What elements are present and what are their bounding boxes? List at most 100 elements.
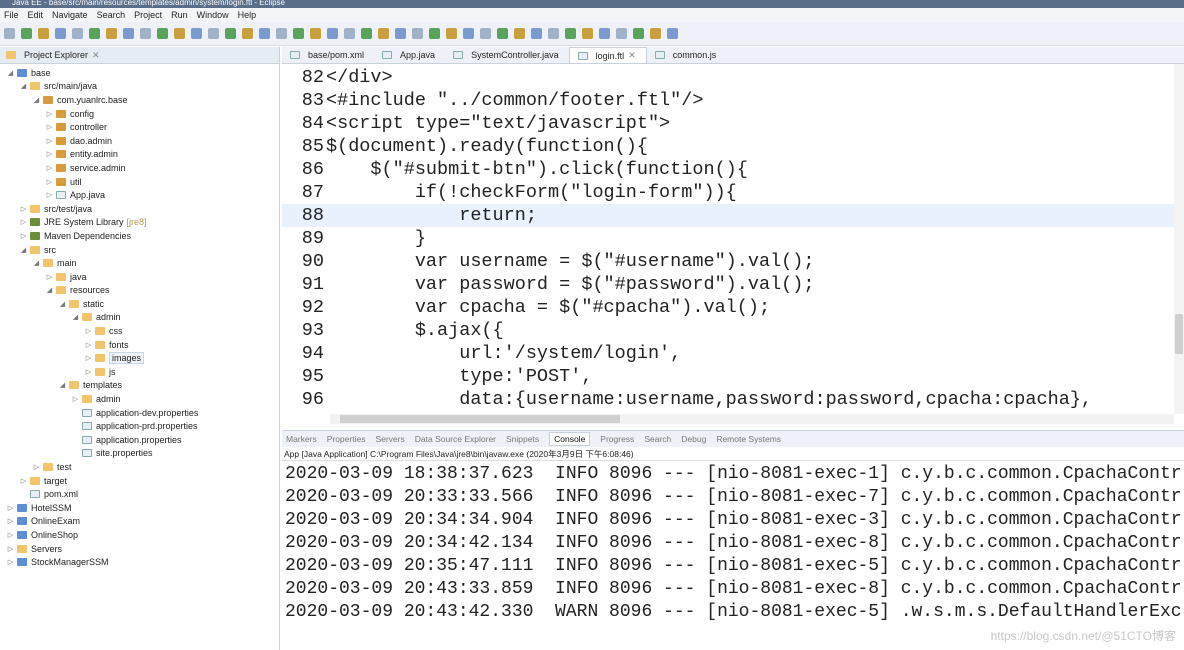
collapsed-icon[interactable]: ▷ [45, 164, 54, 172]
expanded-icon[interactable]: ◢ [19, 246, 28, 254]
toolbar-button[interactable] [157, 28, 168, 39]
collapsed-icon[interactable]: ▷ [6, 504, 15, 512]
toolbar-button[interactable] [259, 28, 270, 39]
tree-item[interactable]: application.properties [0, 433, 279, 447]
menu-file[interactable]: File [4, 10, 19, 20]
collapsed-icon[interactable]: ▷ [19, 218, 28, 226]
toolbar-button[interactable] [123, 28, 134, 39]
tree-item[interactable]: ▷ OnlineExam [0, 515, 279, 529]
tree-item[interactable]: ▷ JRE System Library [jre8] [0, 216, 279, 230]
tree-item[interactable]: ▷ Maven Dependencies [0, 229, 279, 243]
toolbar-button[interactable] [293, 28, 304, 39]
expanded-icon[interactable]: ◢ [32, 96, 41, 104]
editor-tab[interactable]: common.js [647, 47, 727, 63]
menu-run[interactable]: Run [171, 10, 188, 20]
toolbar-button[interactable] [548, 28, 559, 39]
collapsed-icon[interactable]: ▷ [19, 232, 28, 240]
menu-search[interactable]: Search [97, 10, 126, 20]
expanded-icon[interactable]: ◢ [58, 381, 67, 389]
tree-item[interactable]: ◢ static [0, 297, 279, 311]
toolbar-button[interactable] [565, 28, 576, 39]
toolbar-button[interactable] [446, 28, 457, 39]
toolbar-button[interactable] [276, 28, 287, 39]
collapsed-icon[interactable]: ▷ [45, 137, 54, 145]
tree-item[interactable]: ▷ entity.admin [0, 148, 279, 162]
scroll-thumb[interactable] [1175, 314, 1183, 354]
collapsed-icon[interactable]: ▷ [6, 531, 15, 539]
menu-edit[interactable]: Edit [28, 10, 44, 20]
collapsed-icon[interactable]: ▷ [45, 123, 54, 131]
toolbar-button[interactable] [344, 28, 355, 39]
toolbar-button[interactable] [582, 28, 593, 39]
tree-item[interactable]: application-dev.properties [0, 406, 279, 420]
tree-item[interactable]: ▷ service.admin [0, 161, 279, 175]
collapsed-icon[interactable]: ▷ [6, 545, 15, 553]
toolbar-button[interactable] [497, 28, 508, 39]
tree-item[interactable]: ▷ HotelSSM [0, 501, 279, 515]
collapsed-icon[interactable]: ▷ [45, 110, 54, 118]
tab-progress[interactable]: Progress [600, 434, 634, 444]
toolbar-button[interactable] [514, 28, 525, 39]
tab-markers[interactable]: Markers [286, 434, 317, 444]
tree-item[interactable]: ◢ admin [0, 311, 279, 325]
toolbar-button[interactable] [429, 28, 440, 39]
toolbar-button[interactable] [225, 28, 236, 39]
collapsed-icon[interactable]: ▷ [19, 477, 28, 485]
collapsed-icon[interactable]: ▷ [45, 191, 54, 199]
collapsed-icon[interactable]: ▷ [84, 341, 93, 349]
menu-help[interactable]: Help [238, 10, 257, 20]
toolbar-button[interactable] [72, 28, 83, 39]
tree-item[interactable]: ▷ controller [0, 120, 279, 134]
tree-item[interactable]: application-prd.properties [0, 419, 279, 433]
collapsed-icon[interactable]: ▷ [84, 368, 93, 376]
toolbar-button[interactable] [667, 28, 678, 39]
tree-item[interactable]: ▷ OnlineShop [0, 528, 279, 542]
toolbar-button[interactable] [310, 28, 321, 39]
tree-item[interactable]: ◢ com.yuanlrc.base [0, 93, 279, 107]
toolbar-button[interactable] [191, 28, 202, 39]
collapsed-icon[interactable]: ▷ [19, 205, 28, 213]
toolbar-button[interactable] [55, 28, 66, 39]
project-explorer-tab[interactable]: Project Explorer ✕ [0, 47, 279, 64]
collapsed-icon[interactable]: ▷ [6, 558, 15, 566]
editor-tab[interactable]: base/pom.xml [282, 47, 374, 63]
toolbar-button[interactable] [174, 28, 185, 39]
collapsed-icon[interactable]: ▷ [45, 273, 54, 281]
menu-navigate[interactable]: Navigate [52, 10, 88, 20]
expanded-icon[interactable]: ◢ [6, 69, 15, 77]
tree-item[interactable]: ▷ target [0, 474, 279, 488]
tree-item[interactable]: ◢ templates [0, 379, 279, 393]
toolbar-button[interactable] [378, 28, 389, 39]
menu-window[interactable]: Window [197, 10, 229, 20]
toolbar-button[interactable] [531, 28, 542, 39]
toolbar-button[interactable] [480, 28, 491, 39]
collapsed-icon[interactable]: ▷ [6, 517, 15, 525]
editor-horizontal-scrollbar[interactable] [330, 414, 1174, 424]
tree-item[interactable]: ◢ main [0, 256, 279, 270]
tree-item[interactable]: pom.xml [0, 487, 279, 501]
expanded-icon[interactable]: ◢ [32, 259, 41, 267]
code-editor[interactable]: 82 </div> 83 <#include "../common/footer.ft… [282, 64, 1174, 414]
close-icon[interactable]: ✕ [92, 50, 100, 61]
tab-data-source-explorer[interactable]: Data Source Explorer [415, 434, 496, 444]
tree-item[interactable]: ▷ fonts [0, 338, 279, 352]
toolbar-button[interactable] [4, 28, 15, 39]
tree-item[interactable]: ▷ java [0, 270, 279, 284]
scroll-thumb[interactable] [340, 415, 620, 423]
menu-project[interactable]: Project [134, 10, 162, 20]
toolbar-button[interactable] [463, 28, 474, 39]
expanded-icon[interactable]: ◢ [45, 286, 54, 294]
tab-remote-systems[interactable]: Remote Systems [716, 434, 781, 444]
toolbar-button[interactable] [327, 28, 338, 39]
expanded-icon[interactable]: ◢ [58, 300, 67, 308]
tree-item[interactable]: ▷ js [0, 365, 279, 379]
editor-tab[interactable]: SystemController.java [445, 47, 569, 63]
toolbar-button[interactable] [89, 28, 100, 39]
expanded-icon[interactable]: ◢ [19, 82, 28, 90]
editor-tab[interactable]: App.java [374, 47, 445, 63]
toolbar-button[interactable] [242, 28, 253, 39]
collapsed-icon[interactable]: ▷ [84, 327, 93, 335]
collapsed-icon[interactable]: ▷ [71, 395, 80, 403]
editor-vertical-scrollbar[interactable] [1174, 64, 1184, 414]
tree-item[interactable]: ▷ src/test/java [0, 202, 279, 216]
